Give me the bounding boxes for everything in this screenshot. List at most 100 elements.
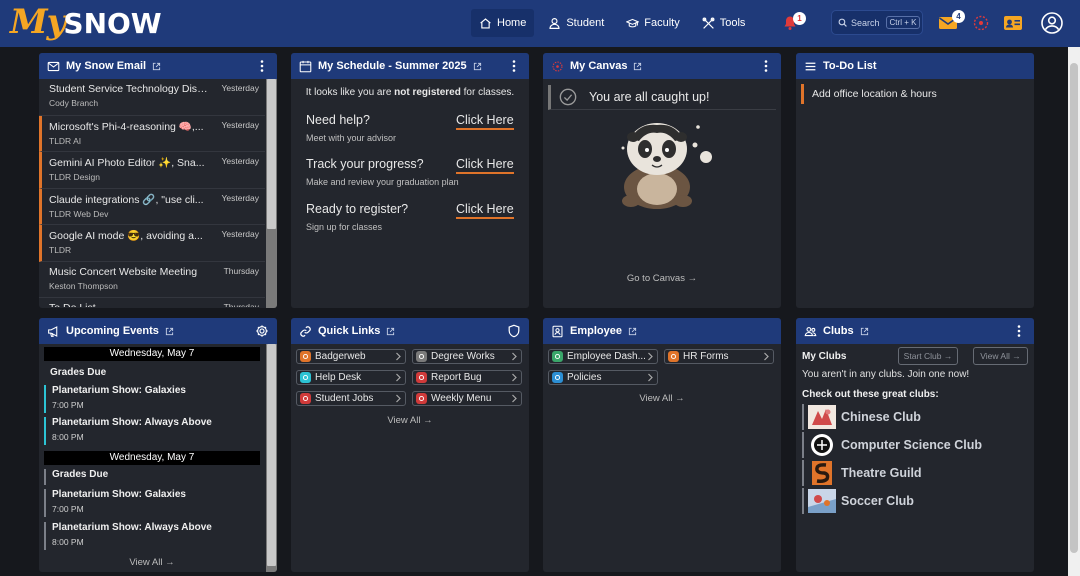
settings-gear-icon[interactable]: [255, 324, 269, 338]
email-list-item[interactable]: Music Concert Website Meeting Keston Thom…: [39, 262, 265, 298]
external-link-icon[interactable]: [165, 327, 174, 336]
event-item[interactable]: Planetarium Show: Galaxies 7:00 PM: [44, 385, 260, 413]
megaphone-icon: [48, 325, 58, 337]
email-list-item[interactable]: Claude integrations 🔗, "use cli... TLDR W…: [39, 188, 265, 225]
users-icon: [804, 326, 817, 336]
search-button[interactable]: Search Ctrl + K: [831, 10, 923, 35]
link-button[interactable]: Weekly Menu: [412, 391, 522, 406]
advisor-click-here-link[interactable]: Click Here: [456, 113, 514, 130]
email-scrollbar[interactable]: [266, 79, 277, 308]
link-button[interactable]: Help Desk: [296, 370, 406, 385]
page-scrollbar[interactable]: [1068, 47, 1080, 576]
chevron-right-icon: [396, 373, 401, 382]
events-scrollbar[interactable]: [266, 344, 277, 572]
clubs-card-title[interactable]: Clubs: [823, 325, 854, 337]
email-list-item[interactable]: Google AI mode 😎, avoiding a... TLDR Yeste…: [39, 225, 265, 262]
quicklinks-card-header: Quick Links: [291, 318, 529, 344]
employee-card-title[interactable]: Employee: [570, 325, 622, 337]
employee-view-all-link[interactable]: View All →: [543, 393, 781, 404]
club-item-computer-science[interactable]: Computer Science Club: [802, 432, 982, 458]
start-club-button[interactable]: Start Club →: [898, 347, 958, 365]
event-item[interactable]: Planetarium Show: Always Above 8:00 PM: [44, 522, 260, 550]
external-link-icon[interactable]: [386, 327, 395, 336]
quicklinks-card: Quick Links Badgerweb Degree Works Help De…: [291, 318, 529, 572]
quicklinks-view-all-link[interactable]: View All →: [291, 415, 529, 426]
link-button[interactable]: Student Jobs: [296, 391, 406, 406]
club-name: Theatre Guild: [841, 466, 922, 480]
schedule-help-row: Need help? Meet with your advisor Click …: [306, 113, 516, 143]
email-list-item[interactable]: Microsoft's Phi-4-reasoning 🧠,... TLDR AI…: [39, 115, 265, 152]
go-to-canvas-link[interactable]: Go to Canvas →: [543, 273, 781, 284]
external-link-icon[interactable]: [633, 62, 642, 71]
event-name: Planetarium Show: Always Above: [52, 417, 212, 428]
mail-button[interactable]: 4: [938, 10, 965, 35]
link-button[interactable]: Badgerweb: [296, 349, 406, 364]
canvas-nav-button[interactable]: [971, 13, 993, 35]
event-item[interactable]: Planetarium Show: Always Above 8:00 PM: [44, 417, 260, 445]
nav-student[interactable]: Student: [540, 9, 612, 37]
link-button[interactable]: Policies: [548, 370, 658, 385]
search-shortcut: Ctrl + K: [885, 16, 921, 29]
nav-home[interactable]: Home: [471, 9, 535, 37]
link-button[interactable]: Employee Dash...: [548, 349, 658, 364]
graduation-plan-click-here-link[interactable]: Click Here: [456, 157, 514, 174]
club-item-theatre[interactable]: Theatre Guild: [802, 460, 922, 486]
club-item-soccer[interactable]: Soccer Club: [802, 488, 914, 514]
canvas-card-title[interactable]: My Canvas: [570, 60, 627, 72]
profile-button[interactable]: [1040, 11, 1064, 35]
email-scrollbar-thumb[interactable]: [267, 79, 276, 229]
email-list-item[interactable]: Student Service Technology Disc... Cody B…: [39, 79, 265, 116]
chevron-right-icon: [396, 394, 401, 403]
email-subject: To Do List: [49, 302, 209, 307]
events-view-all-link[interactable]: View All →: [39, 557, 265, 568]
kebab-menu-icon[interactable]: [507, 59, 521, 73]
email-card-title[interactable]: My Snow Email: [66, 60, 146, 72]
event-item[interactable]: Grades Due: [44, 469, 260, 485]
external-link-icon[interactable]: [628, 327, 637, 336]
event-item[interactable]: Grades Due: [44, 367, 260, 378]
link-button[interactable]: Degree Works: [412, 349, 522, 364]
email-list-item[interactable]: Gemini AI Photo Editor ✨, Sna... TLDR Des…: [39, 152, 265, 189]
external-link-icon[interactable]: [473, 62, 482, 71]
shield-icon[interactable]: [507, 324, 521, 338]
email-subject: Student Service Technology Disc...: [49, 83, 209, 95]
external-link-icon[interactable]: [860, 327, 869, 336]
page-scrollbar-thumb[interactable]: [1070, 63, 1078, 553]
email-card: My Snow Email Student Service Technology…: [39, 53, 277, 308]
nav-faculty[interactable]: Faculty: [618, 9, 687, 37]
link-label: HR Forms: [683, 351, 729, 362]
todo-item[interactable]: Add office location & hours: [801, 84, 1029, 104]
caught-up-text: You are all caught up!: [589, 90, 710, 104]
link-app-icon: [416, 372, 427, 383]
schedule-card-title[interactable]: My Schedule - Summer 2025: [318, 60, 467, 72]
event-item[interactable]: Planetarium Show: Galaxies 7:00 PM: [44, 489, 260, 517]
events-scrollbar-thumb[interactable]: [267, 344, 276, 566]
clubs-view-all-button[interactable]: View All →: [973, 347, 1028, 365]
top-navbar: My SNOW Home Student Faculty Tools 1 Sea…: [0, 0, 1080, 47]
kebab-menu-icon[interactable]: [1012, 324, 1026, 338]
nav-tools[interactable]: Tools: [694, 9, 754, 37]
register-click-here-link[interactable]: Click Here: [456, 202, 514, 219]
quicklinks-card-title[interactable]: Quick Links: [318, 325, 380, 337]
events-card-title[interactable]: Upcoming Events: [66, 325, 159, 337]
link-button[interactable]: HR Forms: [664, 349, 774, 364]
notifications-button[interactable]: 1: [782, 12, 806, 33]
schedule-card: My Schedule - Summer 2025 It looks like …: [291, 53, 529, 308]
link-button[interactable]: Report Bug: [412, 370, 522, 385]
todo-card: To-Do List Add office location & hours: [796, 53, 1034, 308]
check-circle-icon: [559, 88, 577, 106]
club-item-chinese[interactable]: Chinese Club: [802, 404, 921, 430]
nav-student-label: Student: [566, 17, 605, 29]
badger-mascot-image: [621, 123, 712, 209]
canvas-icon: [552, 61, 563, 71]
email-subject: Claude integrations 🔗, "use cli...: [49, 193, 204, 206]
kebab-menu-icon[interactable]: [255, 59, 269, 73]
email-list-item[interactable]: To Do List Thursday: [39, 298, 265, 307]
email-date: Yesterday: [221, 192, 260, 203]
kebab-menu-icon[interactable]: [759, 59, 773, 73]
mysnow-logo[interactable]: My SNOW: [10, 2, 162, 44]
id-card-button[interactable]: [1003, 13, 1025, 35]
external-link-icon[interactable]: [152, 62, 161, 71]
canvas-icon: [973, 15, 989, 31]
email-date: Yesterday: [221, 83, 260, 93]
